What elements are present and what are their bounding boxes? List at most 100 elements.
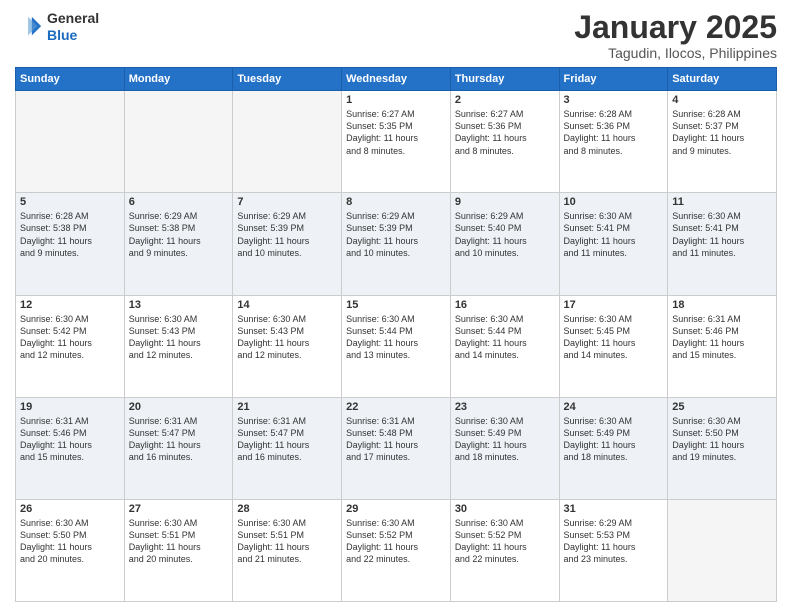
header-monday: Monday <box>124 68 233 91</box>
day-info: Sunrise: 6:28 AM Sunset: 5:38 PM Dayligh… <box>20 210 120 259</box>
day-info: Sunrise: 6:31 AM Sunset: 5:47 PM Dayligh… <box>237 415 337 464</box>
table-row: 10 Sunrise: 6:30 AM Sunset: 5:41 PM Dayli… <box>559 193 668 295</box>
calendar-title: January 2025 <box>574 10 777 45</box>
day-info: Sunrise: 6:30 AM Sunset: 5:51 PM Dayligh… <box>237 517 337 566</box>
day-number: 25 <box>672 401 772 413</box>
table-row: 17 Sunrise: 6:30 AM Sunset: 5:45 PM Dayli… <box>559 295 668 397</box>
day-number: 13 <box>129 299 229 311</box>
table-row: 21 Sunrise: 6:31 AM Sunset: 5:47 PM Dayli… <box>233 397 342 499</box>
table-row: 20 Sunrise: 6:31 AM Sunset: 5:47 PM Dayli… <box>124 397 233 499</box>
header-row: Sunday Monday Tuesday Wednesday Thursday… <box>16 68 777 91</box>
day-number: 16 <box>455 299 555 311</box>
day-info: Sunrise: 6:29 AM Sunset: 5:38 PM Dayligh… <box>129 210 229 259</box>
table-row <box>233 91 342 193</box>
table-row: 5Sunrise: 6:28 AM Sunset: 5:38 PM Daylig… <box>16 193 125 295</box>
day-number: 2 <box>455 94 555 106</box>
day-info: Sunrise: 6:27 AM Sunset: 5:36 PM Dayligh… <box>455 108 555 157</box>
day-number: 18 <box>672 299 772 311</box>
day-number: 17 <box>564 299 664 311</box>
day-info: Sunrise: 6:30 AM Sunset: 5:50 PM Dayligh… <box>20 517 120 566</box>
logo-line1: General <box>47 10 99 26</box>
day-info: Sunrise: 6:30 AM Sunset: 5:51 PM Dayligh… <box>129 517 229 566</box>
table-row: 3 Sunrise: 6:28 AM Sunset: 5:36 PM Daylig… <box>559 91 668 193</box>
day-number: 7 <box>237 196 337 208</box>
table-row: 13 Sunrise: 6:30 AM Sunset: 5:43 PM Dayli… <box>124 295 233 397</box>
table-row: 24 Sunrise: 6:30 AM Sunset: 5:49 PM Dayli… <box>559 397 668 499</box>
table-row: 7 Sunrise: 6:29 AM Sunset: 5:39 PM Daylig… <box>233 193 342 295</box>
day-info: Sunrise: 6:30 AM Sunset: 5:45 PM Dayligh… <box>564 313 664 362</box>
table-row: 29Sunrise: 6:30 AM Sunset: 5:52 PM Dayli… <box>342 499 451 601</box>
table-row: 1 Sunrise: 6:27 AM Sunset: 5:35 PM Daylig… <box>342 91 451 193</box>
day-number: 14 <box>237 299 337 311</box>
logo-text: General Blue <box>47 10 99 44</box>
day-number: 27 <box>129 503 229 515</box>
day-number: 3 <box>564 94 664 106</box>
day-info: Sunrise: 6:30 AM Sunset: 5:43 PM Dayligh… <box>129 313 229 362</box>
table-row <box>668 499 777 601</box>
table-row: 8 Sunrise: 6:29 AM Sunset: 5:39 PM Daylig… <box>342 193 451 295</box>
table-row: 19 Sunrise: 6:31 AM Sunset: 5:46 PM Dayli… <box>16 397 125 499</box>
day-info: Sunrise: 6:30 AM Sunset: 5:41 PM Dayligh… <box>672 210 772 259</box>
day-number: 4 <box>672 94 772 106</box>
day-info: Sunrise: 6:30 AM Sunset: 5:41 PM Dayligh… <box>564 210 664 259</box>
day-number: 20 <box>129 401 229 413</box>
header-wednesday: Wednesday <box>342 68 451 91</box>
day-info: Sunrise: 6:30 AM Sunset: 5:50 PM Dayligh… <box>672 415 772 464</box>
day-number: 22 <box>346 401 446 413</box>
table-row: 27 Sunrise: 6:30 AM Sunset: 5:51 PM Dayli… <box>124 499 233 601</box>
header-thursday: Thursday <box>450 68 559 91</box>
day-number: 11 <box>672 196 772 208</box>
table-row: 30 Sunrise: 6:30 AM Sunset: 5:52 PM Dayli… <box>450 499 559 601</box>
header-tuesday: Tuesday <box>233 68 342 91</box>
day-number: 21 <box>237 401 337 413</box>
day-info: Sunrise: 6:30 AM Sunset: 5:49 PM Dayligh… <box>455 415 555 464</box>
day-number: 12 <box>20 299 120 311</box>
table-row: 12Sunrise: 6:30 AM Sunset: 5:42 PM Dayli… <box>16 295 125 397</box>
table-row: 16 Sunrise: 6:30 AM Sunset: 5:44 PM Dayli… <box>450 295 559 397</box>
day-info: Sunrise: 6:27 AM Sunset: 5:35 PM Dayligh… <box>346 108 446 157</box>
table-row: 25 Sunrise: 6:30 AM Sunset: 5:50 PM Dayli… <box>668 397 777 499</box>
calendar-table: Sunday Monday Tuesday Wednesday Thursday… <box>15 67 777 602</box>
day-info: Sunrise: 6:30 AM Sunset: 5:52 PM Dayligh… <box>455 517 555 566</box>
day-number: 29 <box>346 503 446 515</box>
day-number: 1 <box>346 94 446 106</box>
table-row: 26 Sunrise: 6:30 AM Sunset: 5:50 PM Dayli… <box>16 499 125 601</box>
header-saturday: Saturday <box>668 68 777 91</box>
day-info: Sunrise: 6:31 AM Sunset: 5:46 PM Dayligh… <box>672 313 772 362</box>
table-row: 2 Sunrise: 6:27 AM Sunset: 5:36 PM Daylig… <box>450 91 559 193</box>
day-number: 9 <box>455 196 555 208</box>
day-number: 10 <box>564 196 664 208</box>
day-info: Sunrise: 6:31 AM Sunset: 5:46 PM Dayligh… <box>20 415 120 464</box>
logo-icon <box>15 13 43 41</box>
calendar-subtitle: Tagudin, Ilocos, Philippines <box>574 45 777 61</box>
day-info: Sunrise: 6:29 AM Sunset: 5:39 PM Dayligh… <box>346 210 446 259</box>
day-number: 30 <box>455 503 555 515</box>
day-info: Sunrise: 6:31 AM Sunset: 5:48 PM Dayligh… <box>346 415 446 464</box>
day-info: Sunrise: 6:30 AM Sunset: 5:49 PM Dayligh… <box>564 415 664 464</box>
table-row: 6 Sunrise: 6:29 AM Sunset: 5:38 PM Daylig… <box>124 193 233 295</box>
table-row: 11 Sunrise: 6:30 AM Sunset: 5:41 PM Dayli… <box>668 193 777 295</box>
day-number: 26 <box>20 503 120 515</box>
day-info: Sunrise: 6:29 AM Sunset: 5:40 PM Dayligh… <box>455 210 555 259</box>
day-info: Sunrise: 6:30 AM Sunset: 5:43 PM Dayligh… <box>237 313 337 362</box>
day-number: 24 <box>564 401 664 413</box>
day-info: Sunrise: 6:29 AM Sunset: 5:39 PM Dayligh… <box>237 210 337 259</box>
day-number: 23 <box>455 401 555 413</box>
table-row: 22 Sunrise: 6:31 AM Sunset: 5:48 PM Dayli… <box>342 397 451 499</box>
day-number: 8 <box>346 196 446 208</box>
table-row: 15Sunrise: 6:30 AM Sunset: 5:44 PM Dayli… <box>342 295 451 397</box>
day-info: Sunrise: 6:30 AM Sunset: 5:44 PM Dayligh… <box>455 313 555 362</box>
table-row <box>16 91 125 193</box>
day-info: Sunrise: 6:28 AM Sunset: 5:36 PM Dayligh… <box>564 108 664 157</box>
day-number: 19 <box>20 401 120 413</box>
table-row <box>124 91 233 193</box>
table-row: 23 Sunrise: 6:30 AM Sunset: 5:49 PM Dayli… <box>450 397 559 499</box>
day-number: 28 <box>237 503 337 515</box>
table-row: 4Sunrise: 6:28 AM Sunset: 5:37 PM Daylig… <box>668 91 777 193</box>
table-row: 9 Sunrise: 6:29 AM Sunset: 5:40 PM Daylig… <box>450 193 559 295</box>
day-info: Sunrise: 6:31 AM Sunset: 5:47 PM Dayligh… <box>129 415 229 464</box>
day-number: 6 <box>129 196 229 208</box>
calendar-page: General Blue January 2025 Tagudin, Iloco… <box>0 0 792 612</box>
day-info: Sunrise: 6:29 AM Sunset: 5:53 PM Dayligh… <box>564 517 664 566</box>
table-row: 14 Sunrise: 6:30 AM Sunset: 5:43 PM Dayli… <box>233 295 342 397</box>
